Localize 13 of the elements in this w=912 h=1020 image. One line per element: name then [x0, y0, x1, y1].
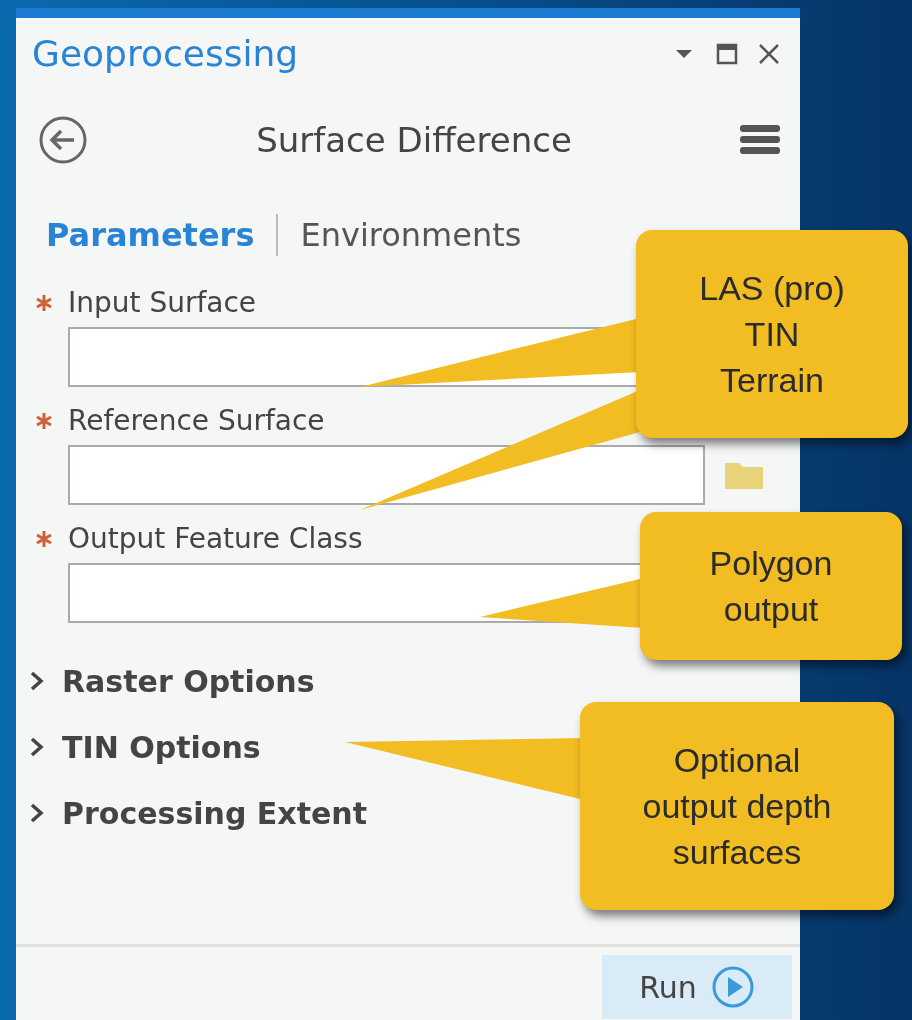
- pane-title: Geoprocessing: [32, 32, 300, 76]
- callout-text: output: [723, 589, 819, 630]
- callout-text: Terrain: [720, 360, 824, 401]
- parameter-label: Input Surface: [68, 285, 257, 321]
- parameter-label: Output Feature Class: [68, 521, 363, 557]
- callout-text: Polygon: [709, 543, 833, 584]
- parameter-label: Reference Surface: [68, 403, 325, 439]
- callout-text: output depth: [642, 786, 832, 827]
- callout-text: surfaces: [672, 832, 802, 873]
- tool-title: Surface Difference: [255, 118, 573, 162]
- callout-text: LAS (pro): [699, 268, 845, 309]
- callout-text: Optional: [673, 740, 801, 781]
- callout-text: TIN: [744, 314, 800, 355]
